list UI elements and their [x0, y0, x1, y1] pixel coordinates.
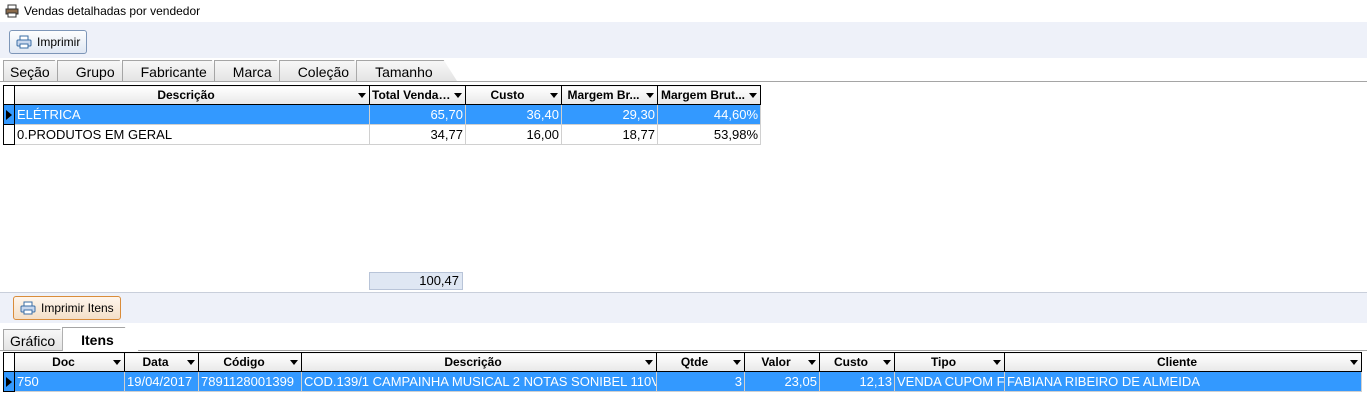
chevron-down-icon[interactable]	[883, 360, 891, 365]
col-header-codigo-label: Código	[223, 355, 265, 369]
title-bar: Vendas detalhadas por vendedor	[0, 0, 1367, 22]
col-header-valor[interactable]: Valor	[744, 352, 820, 372]
chevron-down-icon[interactable]	[733, 360, 741, 365]
cell-margem-bruta-pct[interactable]: 44,60%	[657, 104, 761, 125]
bottom-tab-baseline	[0, 350, 1367, 351]
col-header-data[interactable]: Data	[124, 352, 199, 372]
items-header-row: Doc Data Código Descrição Qtde Valor Cus…	[3, 352, 1362, 372]
col-header-qtde-label: Qtde	[680, 355, 709, 369]
col-header-descricao-label: Descrição	[444, 355, 502, 369]
total-vendas-footer: 100,47	[369, 272, 463, 290]
col-header-margem-bruta-label: Margem Br...	[567, 88, 640, 102]
print-items-button-label: Imprimir Itens	[41, 301, 114, 315]
cell-valor[interactable]: 23,05	[744, 371, 820, 392]
col-header-descricao[interactable]: Descrição	[301, 352, 657, 372]
row-indicator	[3, 371, 15, 392]
printer-icon	[16, 35, 32, 49]
col-header-custo[interactable]: Custo	[465, 85, 562, 105]
col-header-total-vendas-label: Total Vendas	[372, 88, 446, 102]
cell-codigo[interactable]: 7891128001399	[198, 371, 302, 392]
cell-qtde[interactable]: 3	[656, 371, 745, 392]
row-indicator-header	[3, 352, 15, 372]
printer-app-icon	[4, 3, 20, 19]
chevron-down-icon[interactable]	[454, 93, 462, 98]
col-header-valor-label: Valor	[761, 355, 791, 369]
row-indicator	[3, 124, 15, 145]
chevron-down-icon[interactable]	[113, 360, 121, 365]
chevron-down-icon[interactable]	[646, 93, 654, 98]
table-row[interactable]: ELÉTRICA 65,70 36,40 29,30 44,60%	[3, 104, 761, 125]
top-toolbar-panel	[0, 22, 1367, 58]
chevron-down-icon[interactable]	[187, 360, 195, 365]
items-grid[interactable]: Doc Data Código Descrição Qtde Valor Cus…	[3, 352, 1362, 392]
top-tab-strip: Seção Grupo Fabricante Marca Coleção Tam…	[3, 58, 446, 82]
col-header-doc-label: Doc	[52, 355, 75, 369]
col-header-descricao[interactable]: Descrição	[14, 85, 370, 105]
col-header-codigo[interactable]: Código	[198, 352, 302, 372]
cell-custo[interactable]: 36,40	[465, 104, 562, 125]
cell-descricao[interactable]: 0.PRODUTOS EM GERAL	[14, 124, 370, 145]
cell-margem-bruta[interactable]: 29,30	[561, 104, 658, 125]
tab-tamanho[interactable]: Tamanho	[356, 60, 458, 82]
row-indicator-header	[3, 85, 15, 105]
col-header-margem-bruta[interactable]: Margem Br...	[561, 85, 658, 105]
window-title: Vendas detalhadas por vendedor	[24, 4, 201, 18]
col-header-cliente[interactable]: Cliente	[1004, 352, 1362, 372]
cell-doc[interactable]: 750	[14, 371, 125, 392]
col-header-tipo-label: Tipo	[930, 355, 957, 369]
col-header-total-vendas[interactable]: Total Vendas ↓	[369, 85, 466, 105]
chevron-down-icon[interactable]	[808, 360, 816, 365]
bottom-tab-strip: Gráfico Itens	[3, 327, 127, 351]
print-button[interactable]: Imprimir	[9, 30, 88, 54]
cell-data[interactable]: 19/04/2017	[124, 371, 199, 392]
cell-margem-bruta-pct[interactable]: 53,98%	[657, 124, 761, 145]
cell-descricao[interactable]: ELÉTRICA	[14, 104, 370, 125]
cell-tipo[interactable]: VENDA CUPOM F	[894, 371, 1005, 392]
print-button-label: Imprimir	[37, 35, 81, 49]
col-header-custo[interactable]: Custo	[819, 352, 895, 372]
col-header-margem-bruta-pct-label: Margem Brut...	[660, 88, 745, 102]
col-header-custo-label: Custo	[834, 355, 868, 369]
current-row-arrow-icon	[6, 109, 12, 120]
col-header-doc[interactable]: Doc	[14, 352, 125, 372]
cell-descricao[interactable]: COD.139/1 CAMPAINHA MUSICAL 2 NOTAS SONI…	[301, 371, 657, 392]
col-header-tipo[interactable]: Tipo	[894, 352, 1005, 372]
summary-header-row: Descrição Total Vendas ↓ Custo Margem Br.…	[3, 85, 761, 105]
cell-cliente[interactable]: FABIANA RIBEIRO DE ALMEIDA	[1004, 371, 1362, 392]
table-row[interactable]: 0.PRODUTOS EM GERAL 34,77 16,00 18,77 53…	[3, 124, 761, 145]
top-tab-baseline	[0, 81, 1367, 82]
chevron-down-icon[interactable]	[290, 360, 298, 365]
tab-itens[interactable]: Itens	[62, 327, 139, 351]
cell-total-vendas[interactable]: 34,77	[369, 124, 466, 145]
cell-custo[interactable]: 16,00	[465, 124, 562, 145]
col-header-data-label: Data	[142, 355, 169, 369]
chevron-down-icon[interactable]	[1350, 360, 1358, 365]
chevron-down-icon[interactable]	[645, 360, 653, 365]
chevron-down-icon[interactable]	[749, 93, 757, 98]
chevron-down-icon[interactable]	[993, 360, 1001, 365]
summary-grid[interactable]: Descrição Total Vendas ↓ Custo Margem Br.…	[3, 85, 761, 145]
current-row-arrow-icon	[6, 376, 12, 387]
col-header-qtde[interactable]: Qtde	[656, 352, 745, 372]
cell-custo[interactable]: 12,13	[819, 371, 895, 392]
chevron-down-icon[interactable]	[358, 93, 366, 98]
cell-total-vendas[interactable]: 65,70	[369, 104, 466, 125]
col-header-descricao-label: Descrição	[157, 88, 215, 102]
col-header-margem-bruta-pct[interactable]: Margem Brut...	[657, 85, 761, 105]
tab-fabricante[interactable]: Fabricante	[122, 60, 226, 82]
printer-icon	[20, 301, 36, 315]
print-items-button[interactable]: Imprimir Itens	[13, 296, 121, 320]
table-row[interactable]: 750 19/04/2017 7891128001399 COD.139/1 C…	[3, 371, 1362, 392]
chevron-down-icon[interactable]	[550, 93, 558, 98]
row-indicator	[3, 104, 15, 125]
items-toolbar-panel	[0, 293, 1367, 323]
cell-margem-bruta[interactable]: 18,77	[561, 124, 658, 145]
tab-colecao[interactable]: Coleção	[279, 60, 368, 82]
col-header-cliente-label: Cliente	[1156, 355, 1197, 369]
col-header-custo-label: Custo	[490, 88, 525, 102]
